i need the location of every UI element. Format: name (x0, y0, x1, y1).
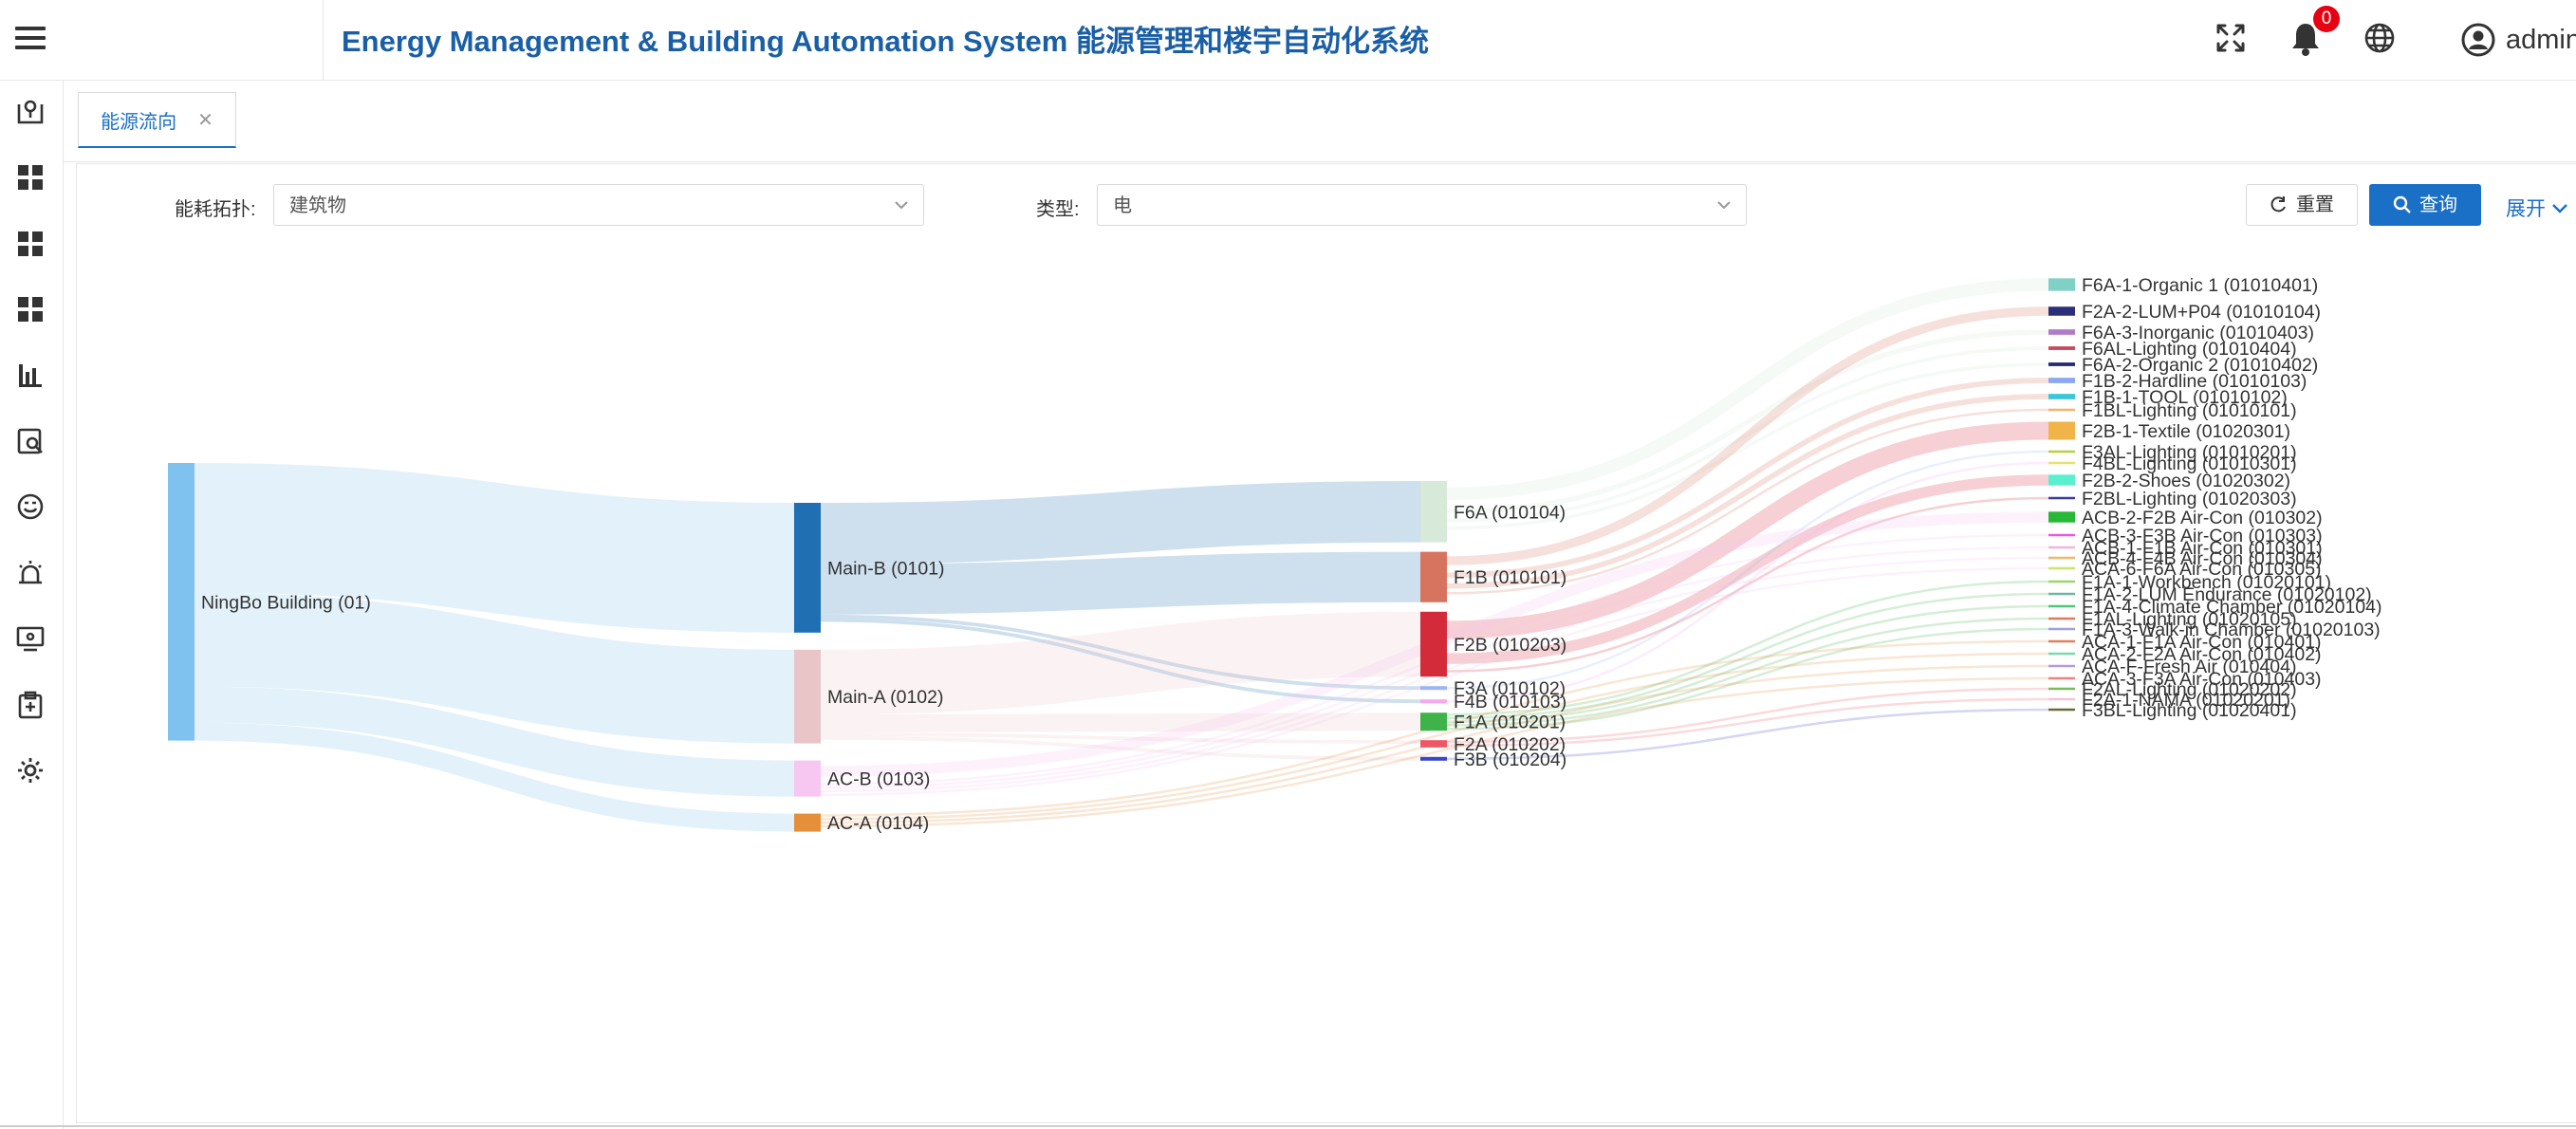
dashboard-icon[interactable] (14, 161, 46, 194)
sankey-node[interactable] (2048, 533, 2075, 537)
tab-label: 能源流向 (101, 111, 177, 133)
sankey-node[interactable] (2048, 556, 2075, 560)
sankey-node[interactable] (2048, 676, 2075, 680)
face-icon[interactable] (14, 490, 46, 523)
sankey-node[interactable] (2048, 474, 2075, 486)
fullscreen-icon[interactable] (2214, 21, 2255, 63)
notification-badge: 0 (2313, 6, 2340, 32)
sankey-node-label: F6A (010104) (1454, 502, 1566, 523)
sankey-node-label: F2A-2-LUM+P04 (01010104) (2082, 302, 2321, 323)
user-name: admin (2506, 24, 2576, 55)
bar-chart-icon[interactable] (14, 359, 46, 391)
dashboard-icon[interactable] (14, 293, 46, 325)
sankey-node[interactable] (2048, 592, 2075, 596)
sankey-node[interactable] (2048, 652, 2075, 656)
sankey-node[interactable] (794, 760, 821, 797)
sankey-node[interactable] (2048, 378, 2075, 383)
sankey-node[interactable] (2048, 639, 2075, 643)
energy-flow-sankey-chart: NingBo Building (01) Main-B (0101) Main-A … (168, 275, 2381, 834)
sankey-node-label: Main-A (0102) (827, 687, 943, 708)
globe-icon[interactable] (2363, 21, 2404, 63)
bottom-divider (0, 1125, 2576, 1127)
dashboard-icon[interactable] (14, 228, 46, 260)
sankey-node[interactable] (2048, 306, 2075, 316)
sankey-node-label: F1A (010201) (1454, 713, 1566, 733)
close-icon[interactable]: ✕ (197, 108, 213, 132)
sankey-node-label: Main-B (0101) (827, 558, 945, 579)
sankey-node-label: NingBo Building (01) (201, 592, 371, 613)
sankey-node[interactable] (2048, 604, 2075, 608)
sankey-node[interactable] (2048, 627, 2075, 631)
sankey-node[interactable] (1420, 756, 1447, 761)
sankey-node-label: F2B (010203) (1454, 635, 1566, 656)
hamburger-icon[interactable] (13, 21, 47, 55)
sankey-node[interactable] (168, 463, 195, 741)
sankey-node[interactable] (2048, 697, 2075, 701)
sankey-node[interactable] (2048, 566, 2075, 570)
sankey-node-label: F1BL-Lighting (01010101) (2082, 400, 2297, 421)
sankey-link (820, 611, 1421, 715)
sankey-node-label: F6A-1-Organic 1 (01010401) (2082, 275, 2318, 296)
sankey-link (820, 713, 1421, 733)
clipboard-icon[interactable] (14, 689, 46, 721)
sankey-node[interactable] (2048, 394, 2075, 399)
tab-bar: 能源流向 ✕ (64, 81, 2576, 162)
sankey-node[interactable] (2048, 346, 2075, 350)
sankey-node[interactable] (2048, 329, 2075, 335)
sankey-node-label: F2BL-Lighting (01020303) (2082, 489, 2297, 509)
sankey-node-label: F3B (010204) (1454, 750, 1566, 770)
sankey-node[interactable] (2048, 546, 2075, 549)
main-content: 能耗拓扑: 建筑物 类型: 电 重置 查询 展开 NingBo Building… (76, 163, 2576, 1123)
sankey-node-label: F2B-1-Textile (01020301) (2082, 421, 2290, 442)
report-search-icon[interactable] (14, 425, 46, 457)
sankey-node[interactable] (2048, 496, 2075, 500)
sankey-node[interactable] (1420, 686, 1447, 691)
sankey-node[interactable] (2048, 362, 2075, 366)
map-pin-icon[interactable] (14, 95, 46, 127)
tab-energy-flow[interactable]: 能源流向 ✕ (78, 92, 236, 148)
sankey-node-label: F4B (010103) (1454, 692, 1566, 713)
user-menu[interactable]: admin (2460, 19, 2576, 61)
sankey-node[interactable] (2048, 617, 2075, 620)
sankey-node[interactable] (2048, 580, 2075, 583)
sankey-node[interactable] (1420, 713, 1447, 731)
top-bar: Energy Management & Building Automation … (0, 0, 2576, 81)
monitor-icon[interactable] (14, 622, 46, 655)
sankey-node[interactable] (794, 813, 821, 832)
sankey-node[interactable] (2048, 511, 2075, 523)
sankey-node[interactable] (794, 649, 821, 744)
sidebar (0, 81, 64, 1129)
sankey-node[interactable] (2048, 664, 2075, 668)
sankey-node[interactable] (2048, 461, 2075, 465)
sankey-node[interactable] (2048, 278, 2075, 291)
sankey-node-label: F3BL-Lighting (01020401) (2082, 700, 2297, 721)
sankey-node[interactable] (2048, 408, 2075, 412)
settings-icon[interactable] (14, 754, 46, 787)
sankey-node[interactable] (2048, 421, 2075, 440)
sankey-node[interactable] (1420, 699, 1447, 704)
sankey-node[interactable] (2048, 708, 2075, 712)
sankey-node[interactable] (1420, 740, 1447, 748)
sankey-link (820, 481, 1421, 564)
logo-area (0, 0, 324, 80)
sankey-node-label: AC-A (0104) (827, 813, 929, 834)
sankey-node[interactable] (1420, 481, 1447, 543)
sankey-node[interactable] (1420, 551, 1447, 602)
sankey-link (194, 463, 795, 633)
sankey-link (194, 592, 795, 744)
sankey-node[interactable] (2048, 450, 2075, 453)
sankey-node[interactable] (794, 503, 821, 633)
sankey-node[interactable] (2048, 687, 2075, 691)
sankey-node-label: F1B (010101) (1454, 567, 1566, 588)
sankey-node[interactable] (1420, 611, 1447, 677)
app-title: Energy Management & Building Automation … (342, 25, 1429, 58)
alarm-icon[interactable] (14, 557, 46, 589)
user-circle-icon (2461, 23, 2495, 57)
sankey-node-label: AC-B (0103) (827, 769, 930, 790)
